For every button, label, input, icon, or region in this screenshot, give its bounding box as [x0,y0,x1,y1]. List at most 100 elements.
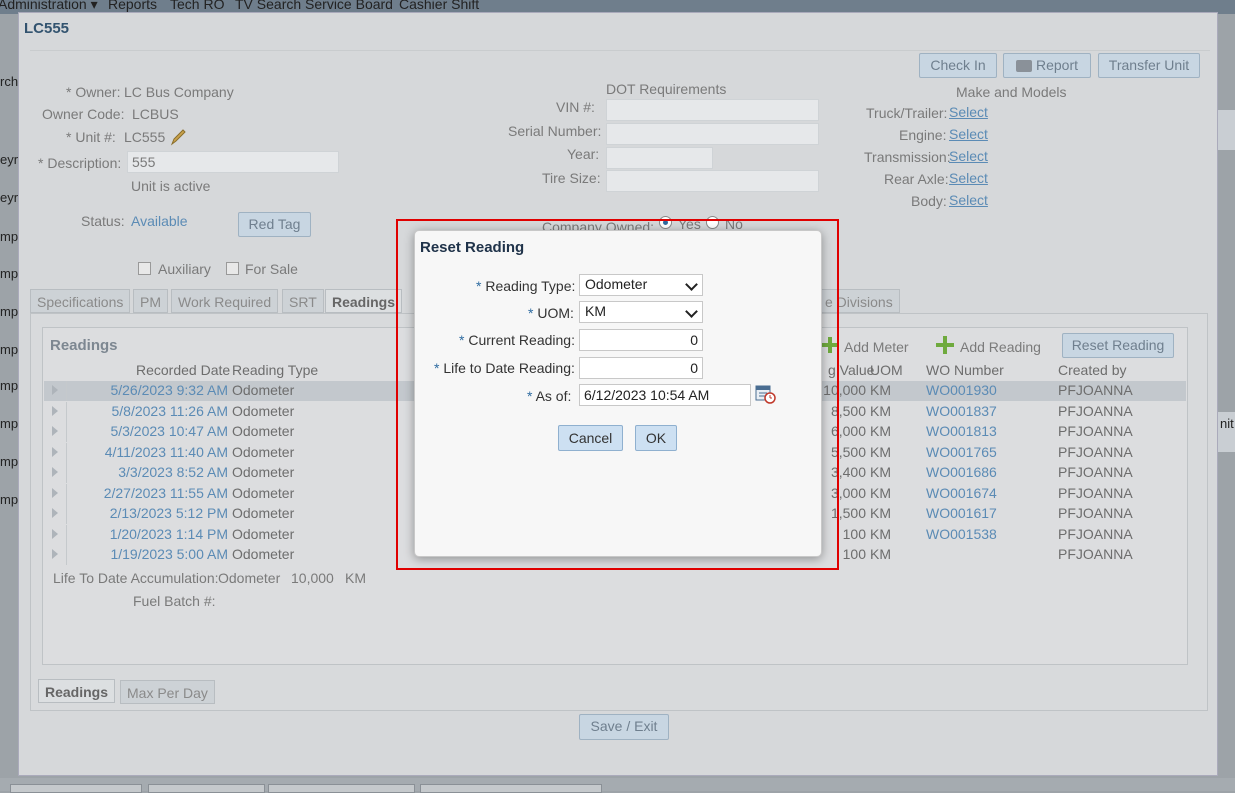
description-label: * Description: [38,155,122,171]
reading-type-cell: Odometer [232,402,295,419]
serial-field[interactable] [606,123,819,145]
bg-text: mp [0,378,19,393]
red-tag-button[interactable]: Red Tag [238,212,311,237]
menu-reports[interactable]: Reports [108,0,157,12]
reading-type-cell: Odometer [232,443,295,460]
unit-label: * Unit #: [66,129,116,145]
expand-arrow-icon[interactable] [52,426,58,436]
tab-pm[interactable]: PM [133,289,168,313]
for-sale-label: For Sale [245,261,298,277]
description-field[interactable]: 555 [127,151,339,173]
row-divider [66,463,67,483]
bg-text: mp [0,342,19,357]
col-uom[interactable]: UOM [870,362,903,378]
recorded-date-cell: 5/8/2023 11:26 AM [111,402,229,419]
wo-number-link[interactable]: WO001686 [926,464,997,480]
transmission-select-link[interactable]: Select [949,148,988,164]
background-bottom-bar [0,778,1235,793]
recorded-date-cell: 5/3/2023 10:47 AM [110,423,228,439]
reading-type-cell: Odometer [232,505,295,521]
uom-cell: KM [870,423,891,439]
check-in-button[interactable]: Check In [919,53,997,78]
active-text: Unit is active [131,178,211,194]
for-sale-checkbox[interactable] [226,262,239,275]
expand-arrow-icon[interactable] [52,549,58,559]
created-by-cell: PFJOANNA [1058,525,1133,542]
col-wo-number[interactable]: WO Number [926,362,1004,378]
transmission-label: Transmission: [864,149,951,165]
menu-tv-search[interactable]: TV Search Service Board [235,0,393,12]
menu-cashier-shift[interactable]: Cashier Shift [399,0,479,12]
menu-tech-ro[interactable]: Tech RO [170,0,224,12]
expand-arrow-icon[interactable] [52,508,58,518]
auxiliary-checkbox[interactable] [138,262,151,275]
tab-work-required[interactable]: Work Required [171,289,279,313]
row-divider [66,504,67,524]
truck-trailer-label: Truck/Trailer: [866,105,948,121]
transfer-unit-button[interactable]: Transfer Unit [1098,53,1200,78]
expand-arrow-icon[interactable] [52,405,58,416]
wo-number-link[interactable]: WO001617 [926,505,997,521]
bg-tab [148,784,265,793]
bg-tab [420,784,602,793]
year-field[interactable] [606,147,713,169]
owner-value: LC Bus Company [124,84,234,100]
vin-field[interactable] [606,99,819,121]
fuel-batch-label: Fuel Batch #: [133,593,216,609]
tab-readings-bottom[interactable]: Readings [38,679,116,703]
reading-type-cell: Odometer [232,382,295,398]
expand-arrow-icon[interactable] [52,385,58,395]
report-button[interactable]: Report [1003,53,1091,78]
add-reading-plus-icon[interactable] [936,336,954,354]
uom-cell: KM [870,464,891,480]
row-divider [66,483,67,504]
body-select-link[interactable]: Select [949,192,988,208]
tab-specifications[interactable]: Specifications [30,289,131,313]
wo-number-link[interactable]: WO001837 [926,403,997,419]
pencil-icon[interactable] [170,128,186,146]
created-by-cell: PFJOANNA [1058,423,1133,439]
wo-number-link[interactable]: WO001813 [926,423,997,439]
reading-type-cell: Odometer [232,423,295,439]
recorded-date-cell: 3/3/2023 8:52 AM [118,464,228,480]
expand-arrow-icon[interactable] [52,528,58,539]
tab-max-per-day[interactable]: Max Per Day [120,680,215,704]
wo-number-link[interactable]: WO001674 [926,485,997,501]
rear-axle-select-link[interactable]: Select [949,170,988,186]
wo-number-link[interactable]: WO001538 [926,526,997,542]
add-meter-link[interactable]: Add Meter [844,339,909,355]
row-divider [66,524,67,545]
col-created-by[interactable]: Created by [1058,362,1126,378]
created-by-cell: PFJOANNA [1058,484,1133,501]
readings-section-title: Readings [50,337,118,354]
created-by-cell: PFJOANNA [1058,464,1133,480]
wo-number-link[interactable]: WO001765 [926,444,997,460]
expand-arrow-icon[interactable] [52,446,58,457]
reset-reading-button[interactable]: Reset Reading [1062,333,1174,358]
ltd-label: Life To Date Accumulation: [53,570,219,586]
bg-text: mp [0,304,19,319]
recorded-date-cell: 5/26/2023 9:32 AM [110,382,228,398]
reading-type-cell: Odometer [232,525,295,542]
status-label: Status: [81,213,125,229]
uom-cell: KM [870,402,891,419]
save-exit-button[interactable]: Save / Exit [579,714,669,740]
owner-label: * Owner: [66,84,121,100]
col-recorded-date[interactable]: Recorded Date [136,362,230,378]
created-by-cell: PFJOANNA [1058,382,1133,398]
expand-arrow-icon[interactable] [52,487,58,498]
background-left-column: rch eyr eyr mp mp mp mp mp mp mp mp [0,60,20,540]
expand-arrow-icon[interactable] [52,467,58,477]
row-divider [66,442,67,463]
tab-readings[interactable]: Readings [325,289,403,313]
tab-srt[interactable]: SRT [282,289,324,313]
col-reading-type[interactable]: Reading Type [232,362,318,378]
add-reading-link[interactable]: Add Reading [960,339,1041,355]
recorded-date-cell: 4/11/2023 11:40 AM [104,443,228,460]
reading-type-cell: Odometer [232,464,295,480]
truck-trailer-select-link[interactable]: Select [949,104,988,120]
engine-select-link[interactable]: Select [949,126,988,142]
wo-number-link[interactable]: WO001930 [926,382,997,398]
uom-cell: KM [870,382,891,398]
tire-field[interactable] [606,170,819,192]
